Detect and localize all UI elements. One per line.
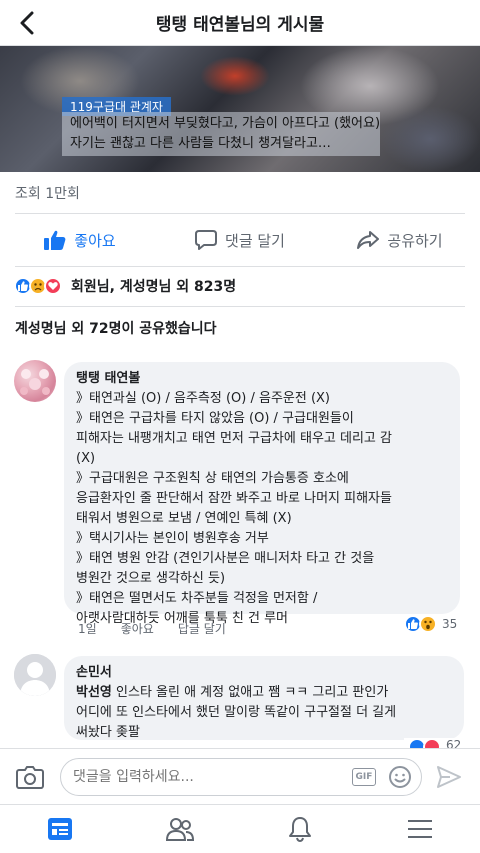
comment-composer: GIF (0, 748, 480, 804)
emoji-button[interactable] (388, 765, 412, 789)
friends-icon (165, 818, 195, 841)
video-player[interactable]: 119구급대 관계자 에어백이 터지면서 부딪혔다고, 가슴이 아프다고 (했어… (0, 46, 480, 172)
share-button[interactable]: 공유하기 (320, 222, 480, 258)
news-feed-icon (48, 818, 72, 840)
bottom-tab-bar (0, 804, 480, 853)
wow-reaction-icon (419, 615, 437, 633)
comment-author[interactable]: 탱탱 태연볼 (76, 369, 448, 389)
gif-button[interactable]: GIF (352, 768, 376, 786)
comment-icon (195, 230, 218, 250)
default-avatar-icon (14, 654, 56, 696)
page-title: 탱탱 태연볼님의 게시물 (155, 15, 325, 35)
comment-label: 댓글 달기 (225, 231, 285, 250)
share-summary[interactable]: 계성명님 외 72명이 공유했습니다 (15, 318, 217, 338)
bell-icon (289, 817, 311, 842)
reaction-count: 35 (442, 617, 458, 631)
send-icon (437, 766, 461, 788)
comment-line-text: 인스타 올린 애 계정 없애고 쨈 ㅋㅋ 그리고 판인가 (111, 685, 389, 700)
comment-line: 써놨다 좆팔 (76, 725, 140, 740)
share-icon (357, 231, 380, 249)
comment-line: 》태연과실 (O) / 음주측정 (O) / 음주운전 (X) (76, 391, 331, 406)
reaction-summary[interactable]: 회원님, 계성명님 외 823명 (14, 276, 236, 296)
divider (15, 213, 465, 214)
top-bar: 탱탱 태연볼님의 게시물 (0, 0, 480, 46)
camera-icon (16, 766, 44, 789)
tab-menu[interactable] (360, 805, 480, 853)
comment-bubble: 손민서 박선영 인스타 올린 애 계정 없애고 쨈 ㅋㅋ 그리고 판인가 어디에… (64, 656, 464, 740)
comment-line: (X) (76, 451, 96, 466)
thumbs-up-icon (44, 230, 66, 250)
share-label: 공유하기 (387, 231, 443, 250)
comment-meta: 1일 좋아요 답글 달기 (78, 620, 226, 637)
comment-line: 》택시기사는 본인이 병원후송 거부 (76, 531, 269, 546)
comment-tag[interactable]: 박선영 (76, 685, 112, 700)
comment-line: 박선영 인스타 올린 애 계정 없애고 쨈 ㅋㅋ 그리고 판인가 (76, 683, 452, 703)
comment-line: 》구급대원은 구조원칙 상 태연의 가슴통증 호소에 (76, 471, 349, 486)
back-button[interactable] (12, 8, 42, 38)
comment-line: 응급환자인 줄 판단해서 잠깐 봐주고 바로 나머지 피해자들 (76, 491, 392, 506)
comment-time: 1일 (78, 622, 97, 636)
comment-line: 》태연은 구급차를 타지 않았음 (O) / 구급대원들이 (76, 411, 354, 426)
comment-line: 피해자는 내팽개치고 태연 먼저 구급차에 태우고 데리고 감 (76, 431, 392, 446)
comment-button[interactable]: 댓글 달기 (160, 222, 320, 258)
camera-button[interactable] (16, 764, 44, 790)
love-reaction-icon (44, 277, 62, 295)
tab-notifications[interactable] (240, 805, 360, 853)
comment-line: 어디에 또 인스타에서 했던 말이랑 똑같이 구구절절 더 길게 (76, 705, 397, 720)
like-button[interactable]: 좋아요 (0, 222, 160, 258)
comment-reply-link[interactable]: 답글 달기 (178, 620, 226, 637)
comment-line: 병원간 것으로 생각하신 듯) (76, 571, 226, 586)
video-caption-line: 자기는 괜찮고 다른 사람들 다쳤니 챙겨달라고… (70, 136, 331, 151)
action-bar: 좋아요 댓글 달기 공유하기 (0, 222, 480, 258)
divider (15, 266, 465, 267)
divider (15, 306, 465, 307)
comment-author[interactable]: 손민서 (76, 663, 452, 683)
avatar[interactable] (14, 654, 56, 696)
chevron-left-icon (20, 11, 34, 35)
comment-reactions[interactable]: 35 (400, 614, 462, 634)
video-caption: 에어백이 터지면서 부딪혔다고, 가슴이 아프다고 (했어요) 자기는 괜찮고 … (62, 112, 380, 156)
comment-line: 》태연 병원 안감 (견인기사분은 매니저차 타고 간 것을 (76, 551, 375, 566)
tab-news-feed[interactable] (0, 805, 120, 853)
avatar[interactable] (14, 360, 56, 402)
comment-like-link[interactable]: 좋아요 (121, 620, 154, 637)
reaction-count-text: 회원님, 계성명님 외 823명 (71, 279, 237, 295)
view-count: 조회 1만회 (15, 186, 80, 202)
hamburger-menu-icon (408, 820, 432, 838)
video-caption-line: 에어백이 터지면서 부딪혔다고, 가슴이 아프다고 (했어요) (70, 116, 381, 131)
tab-friends[interactable] (120, 805, 240, 853)
comment-bubble: 탱탱 태연볼 》태연과실 (O) / 음주측정 (O) / 음주운전 (X) 》… (64, 362, 460, 626)
like-label: 좋아요 (74, 231, 116, 250)
send-button[interactable] (436, 765, 462, 789)
comment-line: 태워서 병원으로 보냄 / 연예인 특혜 (X) (76, 511, 292, 526)
smiley-icon (389, 766, 411, 788)
comment-line: 》태연은 떨면서도 차주분들 걱정을 먼저함 / (76, 591, 318, 606)
avatar-pattern-icon (20, 369, 50, 395)
